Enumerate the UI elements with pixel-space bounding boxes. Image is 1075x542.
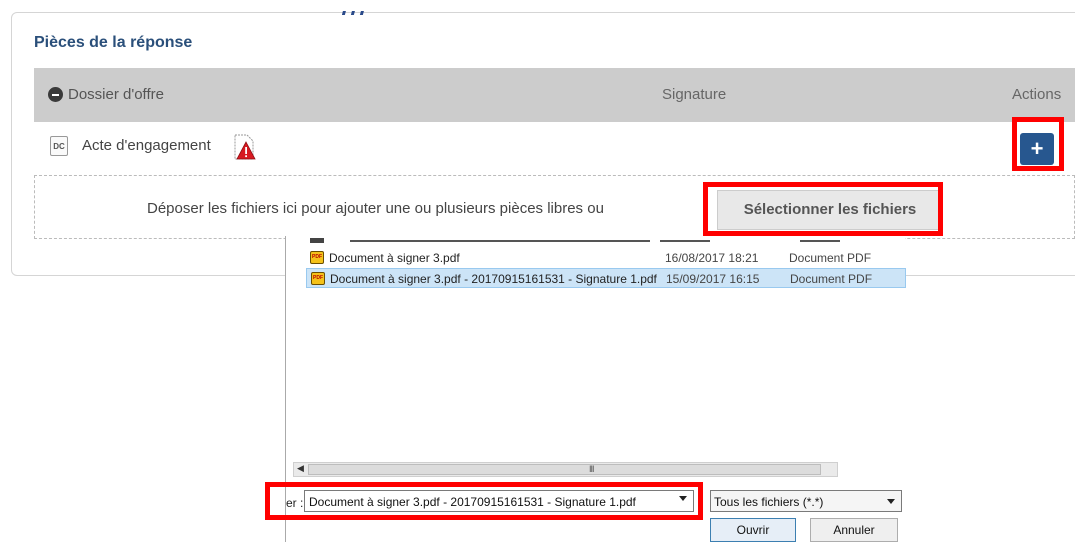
dropzone-text: Déposer les fichiers ici pour ajouter un… [147,200,604,217]
highlight-select-files [703,182,943,236]
scroll-left-icon[interactable]: ◀ [297,463,304,474]
horizontal-scrollbar[interactable]: ◀ III [293,462,838,477]
column-header-dossier[interactable]: Dossier d'offre [68,86,164,103]
file-name: Document à signer 3.pdf - 20170915161531… [330,272,657,286]
table-row: DC Acte d'engagement + [34,122,1075,174]
column-header-signature: Signature [662,86,727,103]
file-type: Document PDF [790,272,873,286]
cancel-button[interactable]: Annuler [810,518,898,542]
row-label: Acte d'engagement [82,137,211,154]
file-date: 16/08/2017 18:21 [665,251,759,265]
minus-circle-icon[interactable] [48,87,63,102]
table-header: Dossier d'offre Signature Actions [34,68,1075,122]
filetype-value: Tous les fichiers (*.*) [714,495,824,509]
list-item[interactable]: PDF Document à signer 3.pdf 16/08/2017 1… [306,248,906,268]
pdf-file-icon: PDF [311,272,325,285]
open-button[interactable]: Ouvrir [710,518,796,542]
file-date: 15/09/2017 16:15 [666,272,760,286]
scrollbar-thumb[interactable]: III [308,464,821,475]
highlight-filename-field [265,482,703,520]
cut-off-row-fragment [310,238,840,243]
panel-title: Pièces de la réponse [34,34,193,51]
pdf-file-icon: PDF [310,251,324,264]
warning-document-icon [234,134,256,160]
filetype-select[interactable]: Tous les fichiers (*.*) [710,490,902,512]
chevron-down-icon[interactable] [887,499,895,504]
column-header-actions: Actions [1012,86,1062,103]
dc-document-icon: DC [50,136,68,156]
cut-off-heading-fragment [342,5,382,15]
highlight-add-button [1012,117,1064,171]
list-item-selected[interactable]: PDF Document à signer 3.pdf - 2017091516… [306,268,906,288]
file-type: Document PDF [789,251,872,265]
file-name: Document à signer 3.pdf [329,251,460,265]
scrollbar-grip: III [589,464,594,474]
